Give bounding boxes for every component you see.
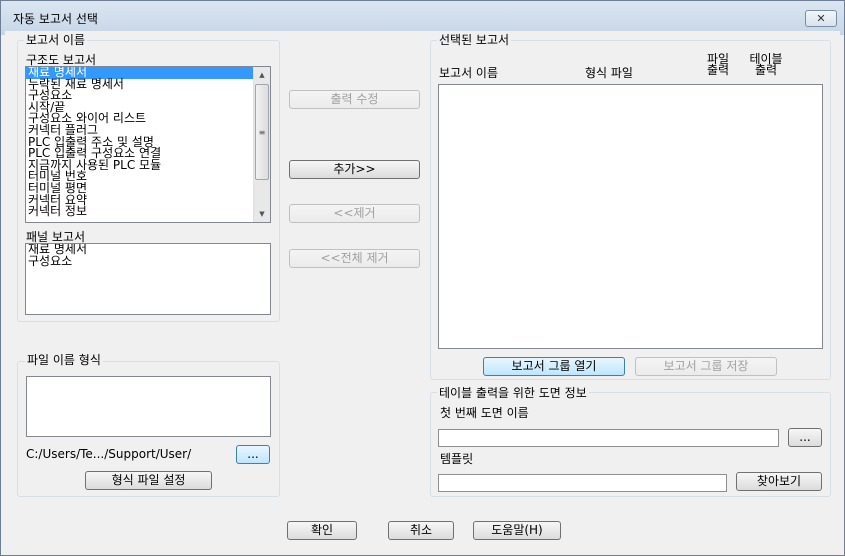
format-path-text: C:/Users/Te.../Support/User/ [26,447,192,461]
column-table-output[interactable]: 테이블 출력 [746,53,786,77]
structure-list-scrollbar[interactable]: ▲ ≡ ▼ [253,67,270,222]
auto-report-dialog: 자동 보고서 선택 ✕ 보고서 이름 구조도 보고서 재료 명세서 누락된 재료 … [0,0,845,556]
column-format-file[interactable]: 형식 파일 [585,66,633,80]
ok-button[interactable]: 확인 [287,521,357,540]
structure-reports-label: 구조도 보고서 [26,53,97,67]
add-button[interactable]: 추가>> [289,160,420,179]
scroll-up-icon[interactable]: ▲ [254,67,270,83]
structure-reports-list[interactable]: 재료 명세서 누락된 재료 명세서 구성요소 시작/끝 구성요소 와이어 리스트 커넥터 … [25,66,271,223]
open-report-group-button[interactable]: 보고서 그룹 열기 [483,357,625,376]
cancel-button[interactable]: 취소 [388,521,454,540]
remove-all-button[interactable]: <<전체 제거 [289,249,420,268]
help-button[interactable]: 도움말(H) [473,521,561,540]
template-input[interactable] [438,474,727,492]
file-name-format-legend: 파일 이름 형식 [25,353,103,367]
edit-output-button[interactable]: 출력 수정 [289,90,420,109]
format-path-browse-button[interactable]: ... [236,445,270,464]
first-drawing-input[interactable] [438,429,779,447]
selected-reports-list[interactable] [438,84,823,349]
scroll-thumb[interactable]: ≡ [255,84,269,180]
remove-button[interactable]: <<제거 [289,204,420,223]
close-button[interactable]: ✕ [805,10,837,27]
file-name-format-box[interactable] [26,376,271,437]
template-label: 템플릿 [440,452,474,466]
column-file-output[interactable]: 파일 출력 [706,53,730,77]
window-title: 자동 보고서 선택 [13,12,98,26]
first-drawing-label: 첫 번째 도면 이름 [440,406,529,420]
panel-reports-label: 패널 보고서 [26,230,86,244]
column-file-output-line2: 출력 [706,63,730,77]
report-names-legend: 보고서 이름 [24,33,88,47]
template-browse-button[interactable]: 찾아보기 [736,472,822,491]
dialog-client-area: 보고서 이름 구조도 보고서 재료 명세서 누락된 재료 명세서 구성요소 시작/끝 구… [5,31,840,553]
table-drawing-info-legend: 테이블 출력을 위한 도면 정보 [437,386,589,400]
column-report-name[interactable]: 보고서 이름 [439,66,498,80]
list-item[interactable]: 커넥터 정보 [26,205,270,218]
column-table-output-line2: 출력 [754,63,778,77]
first-drawing-browse-button[interactable]: ... [788,428,822,447]
panel-reports-list[interactable]: 재료 명세서 구성요소 [25,243,271,315]
list-item[interactable]: 구성요소 [26,255,270,268]
scroll-down-icon[interactable]: ▼ [254,206,270,222]
save-report-group-button[interactable]: 보고서 그룹 저장 [635,357,777,376]
selected-reports-legend: 선택된 보고서 [437,33,512,47]
title-bar: 자동 보고서 선택 ✕ [1,1,844,35]
close-icon: ✕ [816,12,826,25]
set-format-file-button[interactable]: 형식 파일 설정 [85,471,212,490]
